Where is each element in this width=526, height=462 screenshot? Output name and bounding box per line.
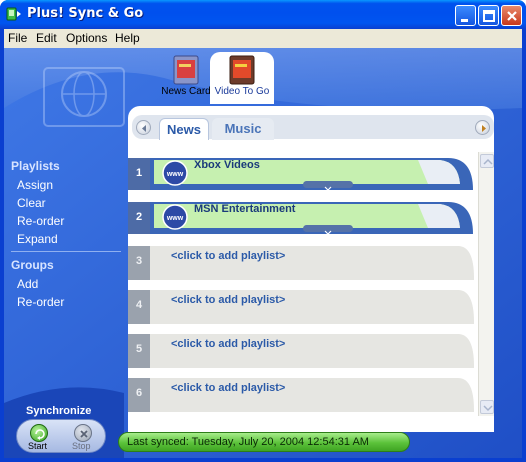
playlist-row-background <box>128 290 474 324</box>
title-bar[interactable]: Plus! Sync & Go <box>0 0 526 29</box>
chevron-down-icon <box>324 230 332 235</box>
playlist-row-5[interactable]: 5 <click to add playlist> <box>128 330 478 370</box>
playlist-row-6[interactable]: 6 <click to add playlist> <box>128 374 478 414</box>
start-sync-button[interactable] <box>30 424 48 442</box>
expand-handle[interactable] <box>303 225 353 235</box>
device-news-card[interactable]: News Card <box>160 54 212 104</box>
menu-options[interactable]: Options <box>66 31 107 45</box>
playlist-list: 1 www Xbox Videos 2 www MSN Entertainmen… <box>128 152 478 416</box>
playlist-row-4[interactable]: 4 <click to add playlist> <box>128 286 478 326</box>
scroll-down-button[interactable] <box>480 400 494 414</box>
tab-scroll-right-button[interactable] <box>475 120 490 135</box>
row-number: 6 <box>135 387 143 399</box>
svg-text:www: www <box>166 171 184 178</box>
groups-heading: Groups <box>11 258 54 272</box>
playlist-row-1[interactable]: 1 www Xbox Videos <box>128 154 478 194</box>
assign-link[interactable]: Assign <box>17 178 53 192</box>
add-playlist-prompt[interactable]: <click to add playlist> <box>171 382 285 394</box>
svg-text:www: www <box>166 215 184 222</box>
scroll-up-button[interactable] <box>480 154 494 168</box>
stop-sync-button[interactable] <box>74 424 92 442</box>
row-number: 1 <box>135 167 143 179</box>
add-playlist-prompt[interactable]: <click to add playlist> <box>171 294 285 306</box>
maximize-icon <box>483 10 495 22</box>
playlist-row-3[interactable]: 3 <click to add playlist> <box>128 242 478 282</box>
row-number: 4 <box>135 299 143 311</box>
row-number: 3 <box>135 255 143 267</box>
add-playlist-prompt[interactable]: <click to add playlist> <box>171 338 285 350</box>
stop-label: Stop <box>72 441 91 451</box>
playlist-row-background <box>128 334 474 368</box>
playlist-row-background <box>128 246 474 280</box>
www-globe-icon: www <box>162 160 188 186</box>
sidebar-divider <box>11 251 121 252</box>
playlist-name: MSN Entertainment <box>194 203 296 215</box>
chevron-right-icon <box>482 125 486 132</box>
tab-scroll-left-button[interactable] <box>136 120 151 135</box>
close-button[interactable] <box>501 5 522 26</box>
tab-news[interactable]: News <box>159 118 209 140</box>
start-label: Start <box>28 441 48 451</box>
row-number: 2 <box>135 211 143 223</box>
client-area: Playlists Assign Clear Re-order Expand G… <box>4 48 522 458</box>
minimize-button[interactable] <box>455 5 476 26</box>
chevron-left-icon <box>142 125 146 132</box>
device-label-video-to-go: Video To Go <box>214 86 270 97</box>
window-title: Plus! Sync & Go <box>27 6 144 21</box>
playlist-name: Xbox Videos <box>194 159 260 171</box>
add-group-link[interactable]: Add <box>17 277 38 291</box>
device-video-to-go[interactable]: Video To Go <box>210 52 274 104</box>
video-to-go-icon <box>229 55 255 85</box>
menu-help[interactable]: Help <box>115 31 140 45</box>
row-number: 5 <box>135 343 143 355</box>
menu-bar: File Edit Options Help <box>4 29 522 48</box>
chevron-down-icon <box>483 405 493 412</box>
synchronize-heading: Synchronize <box>26 405 92 417</box>
chevron-down-icon <box>324 186 332 191</box>
playlist-row-background <box>128 378 474 412</box>
last-synced-text: Last synced: Tuesday, July 20, 2004 12:5… <box>127 436 369 448</box>
playlists-heading: Playlists <box>11 159 60 173</box>
playlist-row-2[interactable]: 2 www MSN Entertainment <box>128 198 478 238</box>
add-playlist-prompt[interactable]: <click to add playlist> <box>171 250 285 262</box>
close-icon <box>507 11 517 21</box>
maximize-button[interactable] <box>478 5 499 26</box>
expand-handle[interactable] <box>303 181 353 191</box>
device-label-news-card: News Card <box>161 86 211 97</box>
chevron-up-icon <box>483 158 493 165</box>
minimize-icon <box>461 19 468 22</box>
reorder-playlists-link[interactable]: Re-order <box>17 214 64 228</box>
menu-edit[interactable]: Edit <box>36 31 57 45</box>
sync-app-icon <box>6 7 21 21</box>
www-globe-icon: www <box>162 204 188 230</box>
clear-link[interactable]: Clear <box>17 196 46 210</box>
sync-status-bar: Last synced: Tuesday, July 20, 2004 12:5… <box>118 432 410 452</box>
expand-link[interactable]: Expand <box>17 232 58 246</box>
news-card-icon <box>173 55 199 85</box>
tab-music[interactable]: Music <box>212 118 274 140</box>
playlist-scrollbar[interactable] <box>478 152 494 416</box>
reorder-groups-link[interactable]: Re-order <box>17 295 64 309</box>
app-window: Plus! Sync & Go File Edit Options Help P… <box>0 0 526 462</box>
menu-file[interactable]: File <box>8 31 27 45</box>
